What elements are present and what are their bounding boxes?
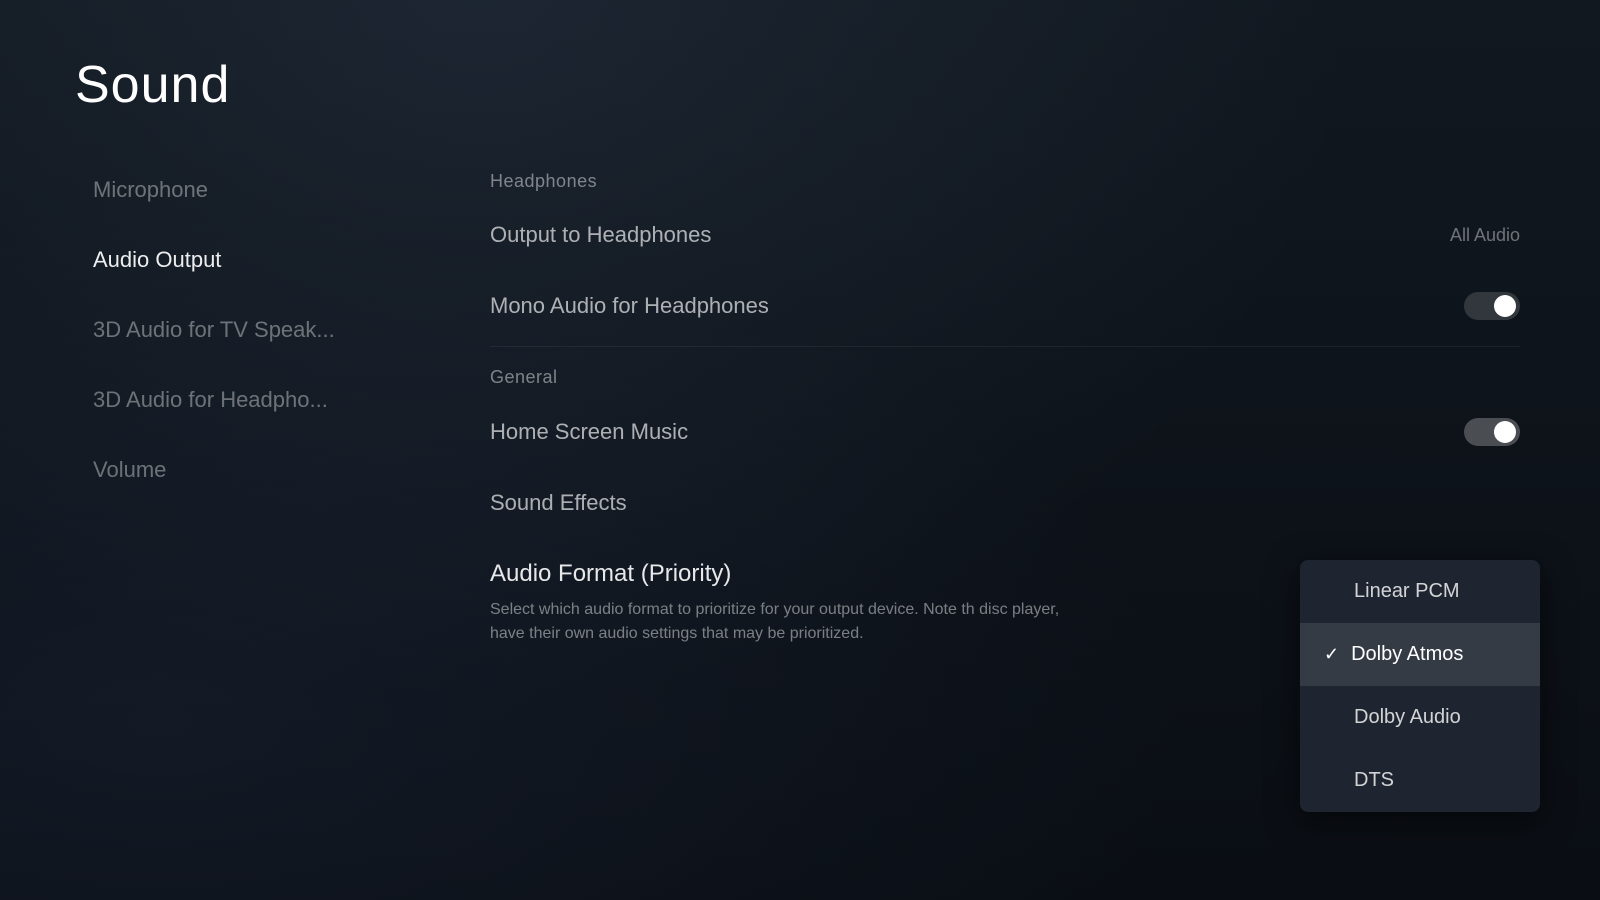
setting-value-output-to-headphones: All Audio [1450, 225, 1520, 246]
dropdown-item-dts[interactable]: DTS [1300, 749, 1540, 812]
setting-label-mono-audio: Mono Audio for Headphones [490, 293, 769, 319]
dropdown-item-dolby-audio[interactable]: Dolby Audio [1300, 686, 1540, 749]
sidebar-item-audio-output[interactable]: Audio Output [75, 225, 455, 295]
divider-headphones-general [490, 346, 1520, 347]
sidebar-item-3d-headphones[interactable]: 3D Audio for Headpho... [75, 365, 455, 435]
dropdown-label-dolby-audio: Dolby Audio [1354, 706, 1461, 729]
dropdown-menu: Linear PCM ✓ Dolby Atmos Dolby Audio DTS [1300, 560, 1540, 812]
sidebar-item-volume[interactable]: Volume [75, 435, 455, 505]
dropdown-label-linear-pcm: Linear PCM [1354, 580, 1460, 603]
toggle-mono-audio[interactable] [1464, 292, 1520, 320]
setting-mono-audio[interactable]: Mono Audio for Headphones [470, 270, 1540, 342]
sidebar-item-microphone[interactable]: Microphone [75, 155, 455, 225]
sidebar: Microphone Audio Output 3D Audio for TV … [75, 155, 455, 505]
dropdown-label-dolby-atmos: Dolby Atmos [1351, 643, 1463, 666]
dropdown-item-dolby-atmos[interactable]: ✓ Dolby Atmos [1300, 623, 1540, 686]
section-header-general: General [470, 351, 1540, 396]
dropdown-label-dts: DTS [1354, 769, 1394, 792]
setting-label-home-screen-music: Home Screen Music [490, 419, 688, 445]
setting-label-output-to-headphones: Output to Headphones [490, 222, 711, 248]
setting-home-screen-music[interactable]: Home Screen Music [470, 396, 1540, 468]
audio-format-desc: Select which audio format to prioritize … [490, 598, 1090, 646]
setting-output-to-headphones[interactable]: Output to Headphones All Audio [470, 200, 1540, 270]
dropdown-item-linear-pcm[interactable]: Linear PCM [1300, 560, 1540, 623]
toggle-home-screen-music[interactable] [1464, 418, 1520, 446]
setting-label-sound-effects: Sound Effects [490, 490, 627, 516]
sidebar-item-3d-tv[interactable]: 3D Audio for TV Speak... [75, 295, 455, 365]
page-title: Sound [75, 55, 230, 115]
check-icon-dolby-atmos: ✓ [1324, 644, 1339, 665]
section-header-headphones: Headphones [470, 155, 1540, 200]
setting-sound-effects[interactable]: Sound Effects [470, 468, 1540, 538]
